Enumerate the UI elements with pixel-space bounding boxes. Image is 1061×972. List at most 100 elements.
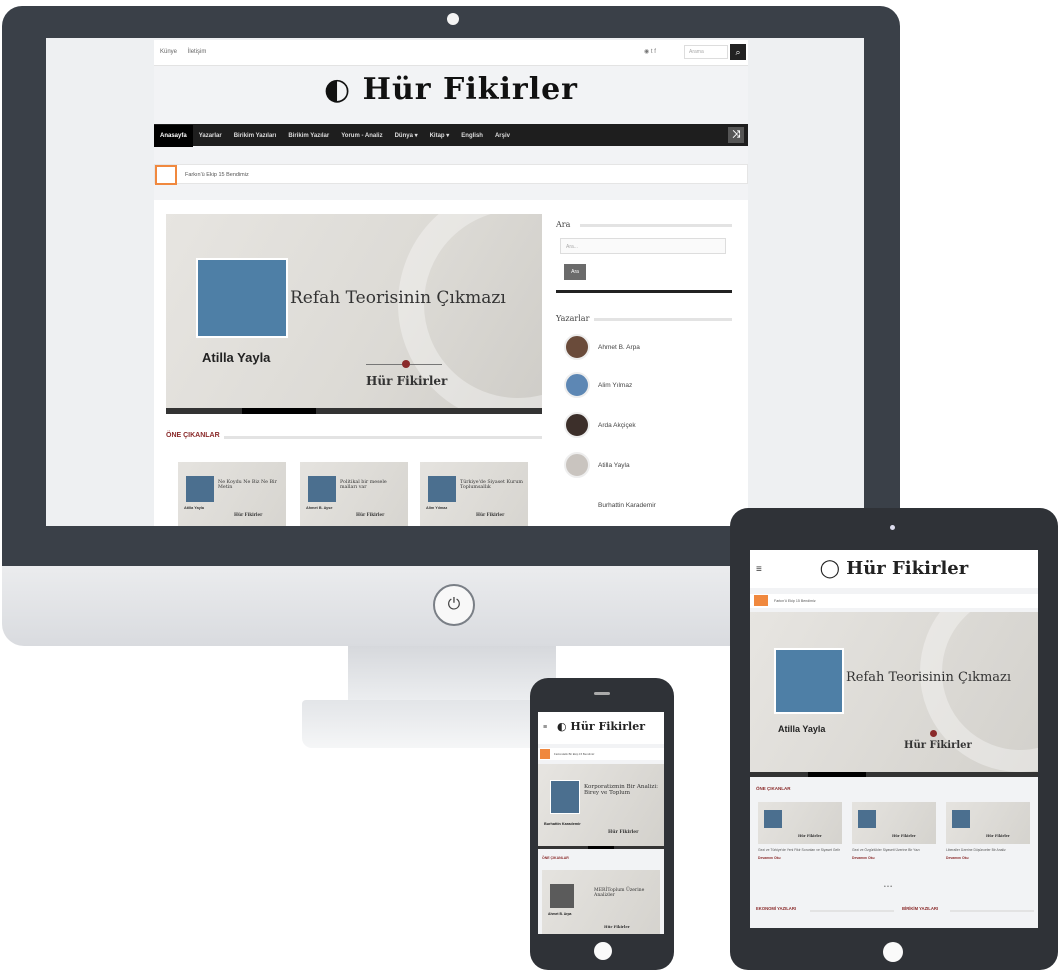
nav-item-yorum-analiz[interactable]: Yorum - Analiz: [335, 125, 388, 139]
section-heading: EKONOMİ YAZILARI: [756, 906, 797, 911]
featured-card-photo: [550, 884, 574, 908]
featured-heading: ÖNE ÇIKANLAR: [166, 432, 220, 439]
tablet-home-button[interactable]: [883, 942, 903, 962]
nav-item-anasayfa[interactable]: Anasayfa: [154, 125, 193, 147]
featured-card-photo: [764, 810, 782, 828]
author-avatar: [564, 372, 590, 398]
nav-item-english[interactable]: English: [455, 125, 489, 139]
phone-website: ≡ ◐ Hür Fikirler Farkındalık Bir Ekip 15…: [538, 712, 664, 934]
top-search-input[interactable]: Arama: [684, 45, 728, 59]
nav-item-kitap[interactable]: Kitap ▾: [424, 124, 456, 139]
tablet-logo-text: Hür Fikirler: [846, 558, 969, 579]
featured-card[interactable]: Politikal bir mesele malları var Ahmet B…: [300, 462, 408, 526]
author-photo: [774, 648, 844, 714]
slider-title[interactable]: Korporatizmin Bir Analizi: Birey ve Topl…: [584, 784, 660, 796]
site-logo[interactable]: ◐ Hür Fikirler: [154, 72, 748, 107]
read-more-link[interactable]: Devamını Oku: [946, 856, 1030, 860]
slider-brand: Hür Fikirler: [608, 830, 639, 835]
news-ticker: Farkın'ü Ekip 15 Bendimiz: [154, 164, 748, 185]
featured-card-brand: Hür Fikirler: [798, 834, 822, 838]
featured-card-title: Ne Koydu Ne Biz Ne Bir Metin: [218, 480, 277, 490]
featured-card[interactable]: Ne Koydu Ne Biz Ne Bir Metin Atilla Yayl…: [178, 462, 286, 526]
slider-title[interactable]: Refah Teorisinin Çıkmazı: [290, 288, 506, 308]
phone-home-button[interactable]: [594, 942, 612, 960]
sidebar-search-input[interactable]: Ara...: [560, 238, 726, 254]
featured-card-brand: Hür Fikirler: [892, 834, 916, 838]
rss-icon[interactable]: ◉: [644, 49, 649, 55]
featured-card[interactable]: Hür Fikirler: [758, 802, 842, 844]
slider-author: Burhattin Karademir: [544, 822, 581, 826]
featured-card-excerpt: Gezi ve Özgürlükler Siyaseti Üzerine Bir…: [852, 848, 920, 852]
ticker-text[interactable]: Farkın'ü Ekip 15 Bendimiz: [185, 172, 249, 178]
monitor-camera: [447, 13, 459, 25]
slider-progress-active[interactable]: [588, 846, 614, 849]
tablet-ticker: Farkın'ü Ekip 15 Bendimiz: [750, 594, 1038, 608]
main-content: Refah Teorisinin Çıkmazı Atilla Yayla Hü…: [154, 200, 748, 526]
featured-card-author: Ahmet B. Arpa: [548, 912, 572, 916]
author-photo: [550, 780, 580, 814]
author-item[interactable]: Arda Akçiçek: [564, 412, 732, 442]
ticker-text[interactable]: Farkındalık Bir Ekip 15 Bendimiz: [554, 752, 594, 756]
desktop-website: Künye İletişim ◉ t f Arama ⌕ ◐ Hür Fikir…: [154, 40, 748, 526]
featured-card-text[interactable]: Gezi ve Özgürlükler Siyaseti Üzerine Bir…: [852, 848, 936, 861]
section-divider: [810, 910, 894, 912]
monitor-brand-icon: ⏻: [433, 584, 475, 626]
slider-progress: [750, 772, 1038, 777]
slider-progress-active[interactable]: [242, 408, 316, 414]
nav-item-birikim-yazilar[interactable]: Birikim Yazılar: [282, 125, 335, 139]
hero-slider[interactable]: Refah Teorisinin Çıkmazı Atilla Yayla Hü…: [166, 214, 542, 410]
featured-card[interactable]: Hür Fikirler: [852, 802, 936, 844]
author-item[interactable]: Burhattin Karademir: [564, 492, 732, 522]
author-name: Burhattin Karademir: [598, 502, 656, 509]
top-links: Künye İletişim: [160, 49, 215, 55]
phone-hero-slider[interactable]: Korporatizmin Bir Analizi: Birey ve Topl…: [538, 764, 664, 846]
ticker-text[interactable]: Farkın'ü Ekip 15 Bendimiz: [774, 599, 816, 603]
read-more-link[interactable]: Devamını Oku: [852, 856, 936, 860]
read-more-link[interactable]: Devamını Oku: [758, 856, 842, 860]
phone-logo-text: Hür Fikirler: [570, 720, 645, 733]
author-item[interactable]: Alim Yılmaz: [564, 372, 732, 402]
nav-item-birikim-yazilari[interactable]: Birikim Yazıları: [228, 125, 283, 139]
nav-item-dunya[interactable]: Dünya ▾: [389, 124, 424, 139]
facebook-icon[interactable]: f: [654, 49, 656, 55]
author-item[interactable]: Ahmet B. Arpa: [564, 334, 732, 364]
site-logo-text: Hür Fikirler: [362, 72, 578, 107]
phone-ticker: Farkındalık Bir Ekip 15 Bendimiz: [538, 748, 664, 760]
top-link-iletisim[interactable]: İletişim: [188, 49, 207, 55]
author-name: Alim Yılmaz: [598, 382, 633, 389]
slider-progress: [166, 408, 542, 414]
tablet-logo[interactable]: ◯ Hür Fikirler: [750, 558, 1038, 579]
sidebar-rule: [556, 290, 732, 293]
tablet-website: ≡ ◯ Hür Fikirler Farkın'ü Ekip 15 Bendim…: [750, 550, 1038, 928]
featured-card-text[interactable]: Liberaller Üzerine Düşünceler Bir Analiz…: [946, 848, 1030, 861]
nav-item-arsiv[interactable]: Arşiv: [489, 125, 516, 139]
featured-heading: ÖNE ÇIKANLAR: [542, 856, 569, 860]
author-photo: [196, 258, 288, 338]
sidebar-search-button[interactable]: Ara: [564, 264, 586, 280]
section-divider: [950, 910, 1034, 912]
featured-card-title: Politikal bir mesele malları var: [340, 480, 387, 490]
featured-card-brand: Hür Fikirler: [234, 512, 263, 517]
author-name: Atilla Yayla: [598, 462, 630, 469]
phone-logo[interactable]: ◐ Hür Fikirler: [538, 720, 664, 733]
featured-card[interactable]: Türkiye'de Siyaset Kurum Toplumsallık Al…: [420, 462, 528, 526]
ticker-badge: [540, 749, 550, 759]
featured-card-text[interactable]: Gezi ve Türkiye'de Yeni Fikir Sorunları …: [758, 848, 842, 861]
carousel-dots[interactable]: • • •: [884, 884, 892, 890]
search-icon[interactable]: ⌕: [730, 44, 746, 60]
slider-author: Atilla Yayla: [778, 724, 826, 734]
featured-card-author: Ahmet B. Ayse: [306, 506, 333, 510]
author-name: Ahmet B. Arpa: [598, 344, 640, 351]
shuffle-icon[interactable]: ⤨: [728, 127, 744, 143]
featured-card[interactable]: MERİToplum Üzerine Analizler Ahmet B. Ar…: [542, 870, 660, 934]
slider-progress-active[interactable]: [808, 772, 866, 777]
twitter-icon[interactable]: t: [651, 49, 653, 55]
featured-card[interactable]: Hür Fikirler: [946, 802, 1030, 844]
tablet-hero-slider[interactable]: Refah Teorisinin Çıkmazı Atilla Yayla Hü…: [750, 612, 1038, 772]
phone-header: ≡ ◐ Hür Fikirler: [538, 712, 664, 744]
author-item[interactable]: Atilla Yayla: [564, 452, 732, 482]
nav-item-yazarlar[interactable]: Yazarlar: [193, 125, 228, 139]
social-icons: ◉ t f: [644, 48, 656, 55]
top-link-kunye[interactable]: Künye: [160, 49, 177, 55]
slider-title[interactable]: Refah Teorisinin Çıkmazı: [846, 670, 1011, 685]
